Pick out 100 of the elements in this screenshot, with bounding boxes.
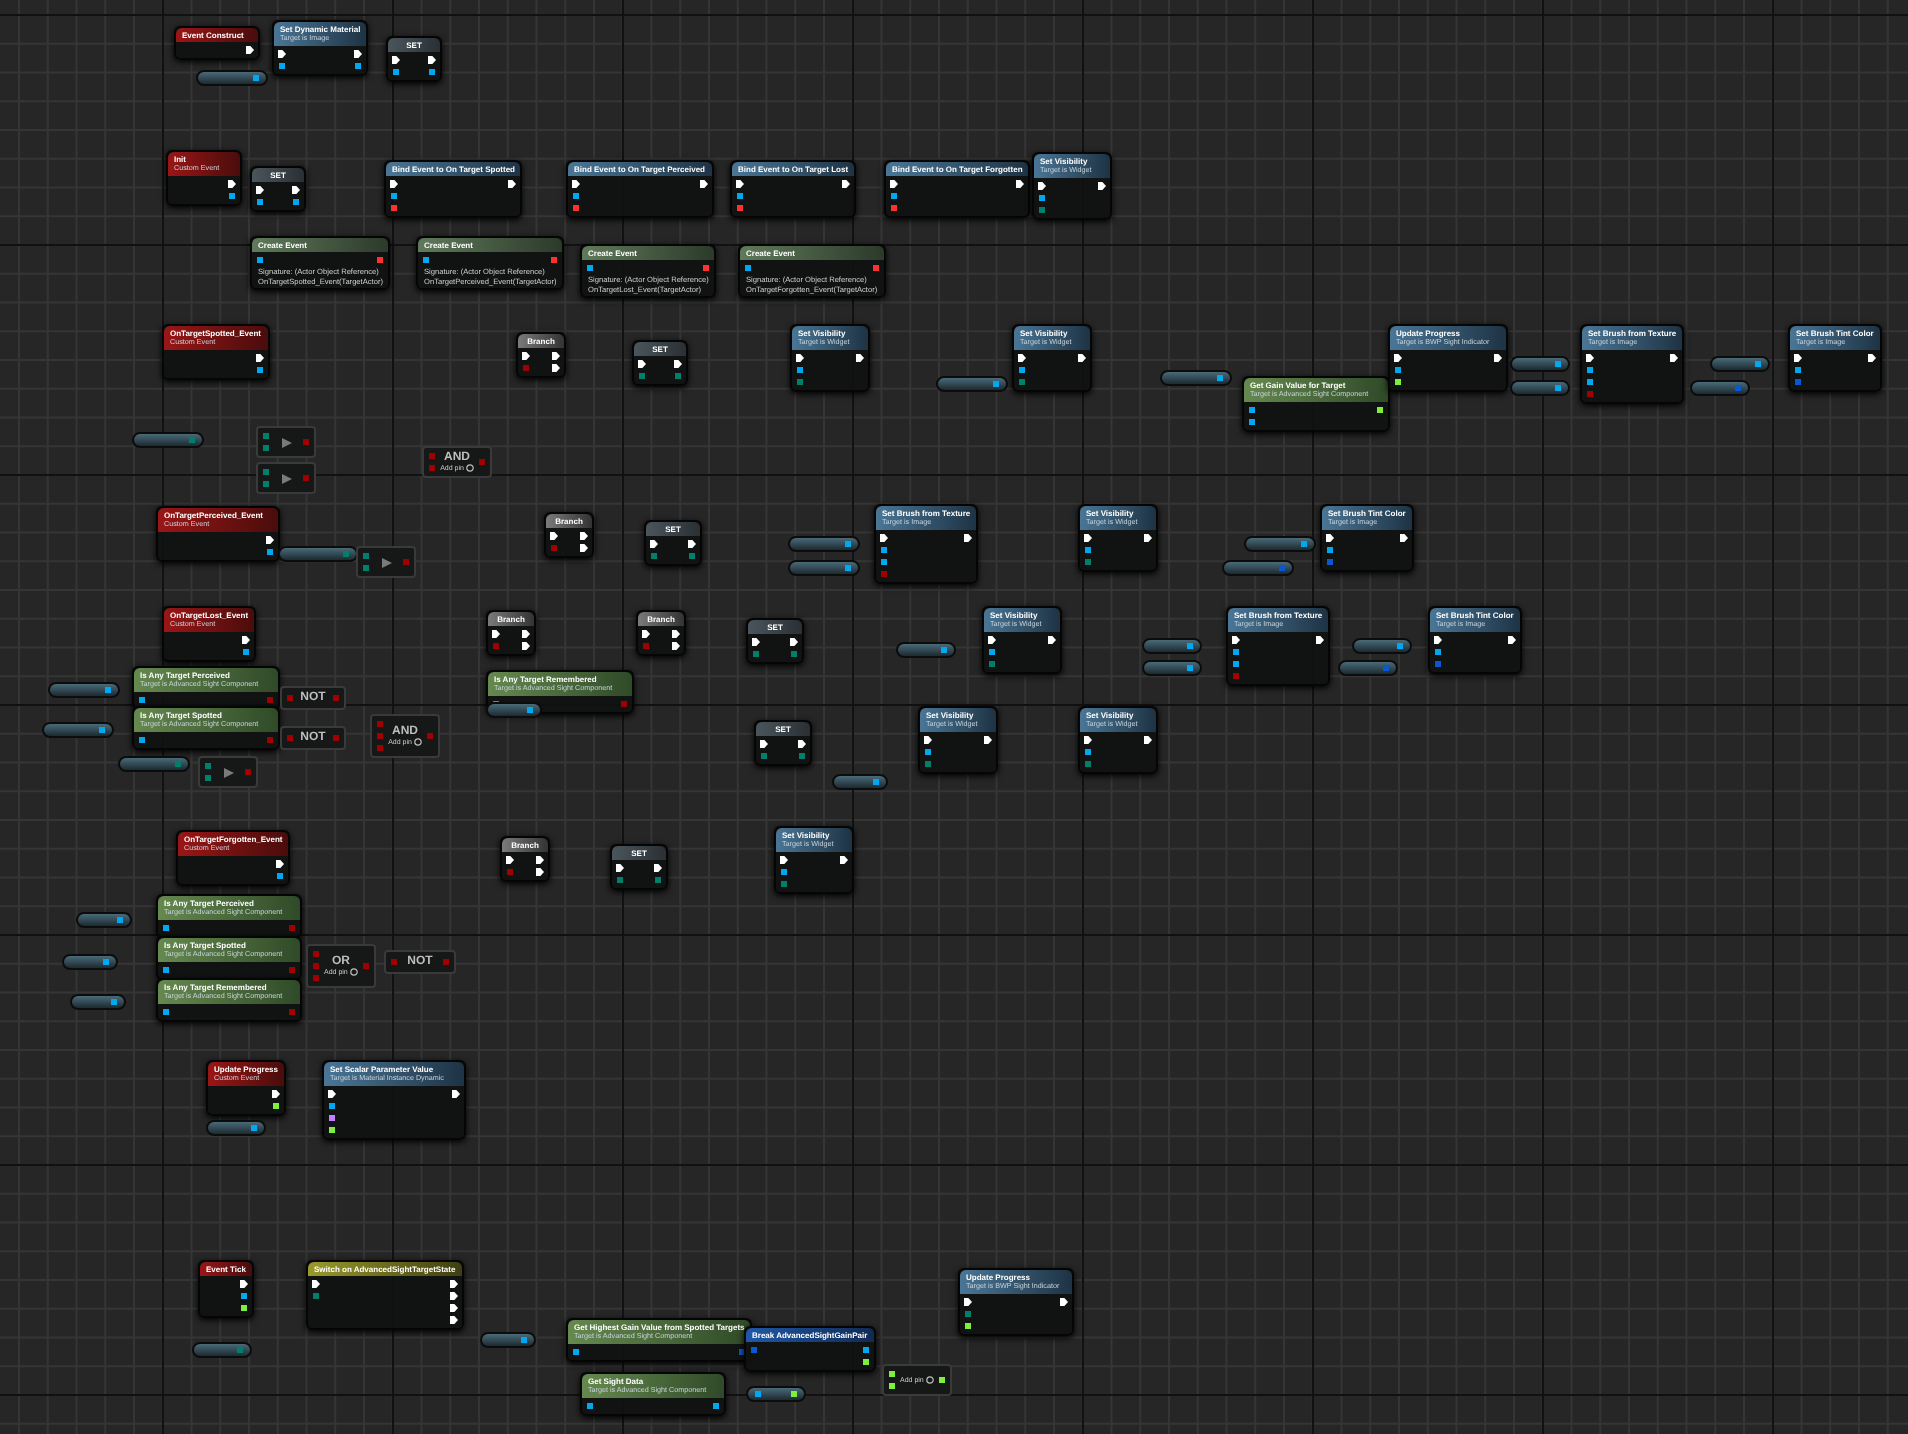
data-pin-icon[interactable] [276,871,285,879]
data-pin-icon[interactable] [572,1347,580,1355]
exec-pin-icon[interactable] [1867,353,1876,361]
exec-pin-icon[interactable] [312,1280,320,1288]
exec-pin-icon[interactable] [890,180,898,188]
data-pin-icon[interactable] [1586,377,1594,385]
exec-pin-icon[interactable] [240,1280,248,1288]
exec-pin-icon[interactable] [760,740,768,748]
exec-pin-icon[interactable] [449,1304,458,1312]
exec-pin-icon[interactable] [1507,635,1516,643]
add-icon[interactable] [413,738,422,746]
data-pin-icon[interactable] [880,545,888,553]
data-pin-icon[interactable] [861,1358,870,1366]
exec-pin-icon[interactable] [266,535,274,543]
exec-pin-icon[interactable] [674,360,682,368]
data-pin-icon[interactable] [1434,647,1442,655]
exec-pin-icon[interactable] [840,855,848,863]
data-pin-icon[interactable] [1586,365,1594,373]
exec-pin-icon[interactable] [1232,635,1240,643]
exec-pin-icon[interactable] [752,638,760,646]
data-pin-icon[interactable] [272,1101,281,1109]
add-icon[interactable] [925,1376,934,1384]
data-pin-icon[interactable] [586,264,594,272]
exec-pin-icon[interactable] [842,180,851,188]
exec-pin-icon[interactable] [1144,735,1152,743]
exec-pin-icon[interactable] [798,740,806,748]
data-pin-icon[interactable] [736,192,744,200]
exec-pin-icon[interactable] [492,630,500,638]
exec-pin-icon[interactable] [255,353,263,361]
data-pin-icon[interactable] [328,1125,336,1133]
exec-pin-icon[interactable] [552,364,560,372]
data-pin-icon[interactable] [790,1390,798,1398]
exec-pin-icon[interactable] [449,1280,458,1288]
data-pin-icon[interactable] [924,747,932,755]
exec-pin-icon[interactable] [1098,181,1106,189]
exec-pin-icon[interactable] [856,353,864,361]
exec-pin-icon[interactable] [552,352,560,360]
data-pin-icon[interactable] [162,1007,170,1015]
exec-pin-icon[interactable] [452,1089,460,1097]
data-pin-icon[interactable] [138,735,146,743]
data-pin-icon[interactable] [1232,647,1240,655]
exec-pin-icon[interactable] [354,49,363,57]
exec-pin-icon[interactable] [638,360,646,368]
exec-pin-icon[interactable] [688,540,696,548]
exec-pin-icon[interactable] [580,544,588,552]
data-pin-icon[interactable] [1038,193,1046,201]
data-pin-icon[interactable] [256,256,264,264]
data-pin-icon[interactable] [422,256,430,264]
data-pin-icon[interactable] [328,1101,336,1109]
exec-pin-icon[interactable] [1794,353,1802,361]
data-pin-icon[interactable] [1326,545,1334,553]
data-pin-icon[interactable] [428,68,436,76]
data-pin-icon[interactable] [138,695,146,703]
exec-pin-icon[interactable] [1316,635,1325,643]
data-pin-icon[interactable] [228,191,236,199]
exec-pin-icon[interactable] [522,642,530,650]
data-pin-icon[interactable] [1394,365,1402,373]
exec-pin-icon[interactable] [780,855,788,863]
data-pin-icon[interactable] [1794,365,1802,373]
data-pin-icon[interactable] [1084,747,1092,755]
exec-pin-icon[interactable] [428,56,436,64]
exec-pin-icon[interactable] [1434,635,1442,643]
exec-pin-icon[interactable] [242,635,251,643]
exec-pin-icon[interactable] [1494,353,1502,361]
exec-pin-icon[interactable] [390,180,398,188]
data-pin-icon[interactable] [1248,417,1256,425]
data-pin-icon[interactable] [586,1401,594,1409]
exec-pin-icon[interactable] [522,630,530,638]
exec-pin-icon[interactable] [1326,533,1334,541]
data-pin-icon[interactable] [988,647,996,655]
data-pin-icon[interactable] [1248,405,1256,413]
exec-pin-icon[interactable] [672,642,680,650]
exec-pin-icon[interactable] [536,856,544,864]
data-pin-icon[interactable] [744,264,752,272]
exec-pin-icon[interactable] [1048,635,1056,643]
exec-pin-icon[interactable] [1084,533,1092,541]
exec-pin-icon[interactable] [228,179,236,187]
data-pin-icon[interactable] [1232,659,1240,667]
data-pin-icon[interactable] [890,192,898,200]
data-pin-icon[interactable] [292,198,300,206]
data-pin-icon[interactable] [796,365,804,373]
data-pin-icon[interactable] [328,1113,336,1121]
exec-pin-icon[interactable] [924,735,932,743]
data-pin-icon[interactable] [712,1401,720,1409]
data-pin-icon[interactable] [240,1304,248,1312]
data-pin-icon[interactable] [266,547,274,555]
exec-pin-icon[interactable] [1084,735,1092,743]
exec-pin-icon[interactable] [550,532,558,540]
data-pin-icon[interactable] [162,923,170,931]
exec-pin-icon[interactable] [1060,1297,1068,1305]
exec-pin-icon[interactable] [506,856,514,864]
exec-pin-icon[interactable] [616,864,624,872]
exec-pin-icon[interactable] [964,1297,972,1305]
exec-pin-icon[interactable] [292,186,300,194]
data-pin-icon[interactable] [242,647,251,655]
exec-pin-icon[interactable] [672,630,680,638]
add-icon[interactable] [349,968,358,976]
exec-pin-icon[interactable] [650,540,658,548]
exec-pin-icon[interactable] [1078,353,1086,361]
exec-pin-icon[interactable] [1586,353,1594,361]
